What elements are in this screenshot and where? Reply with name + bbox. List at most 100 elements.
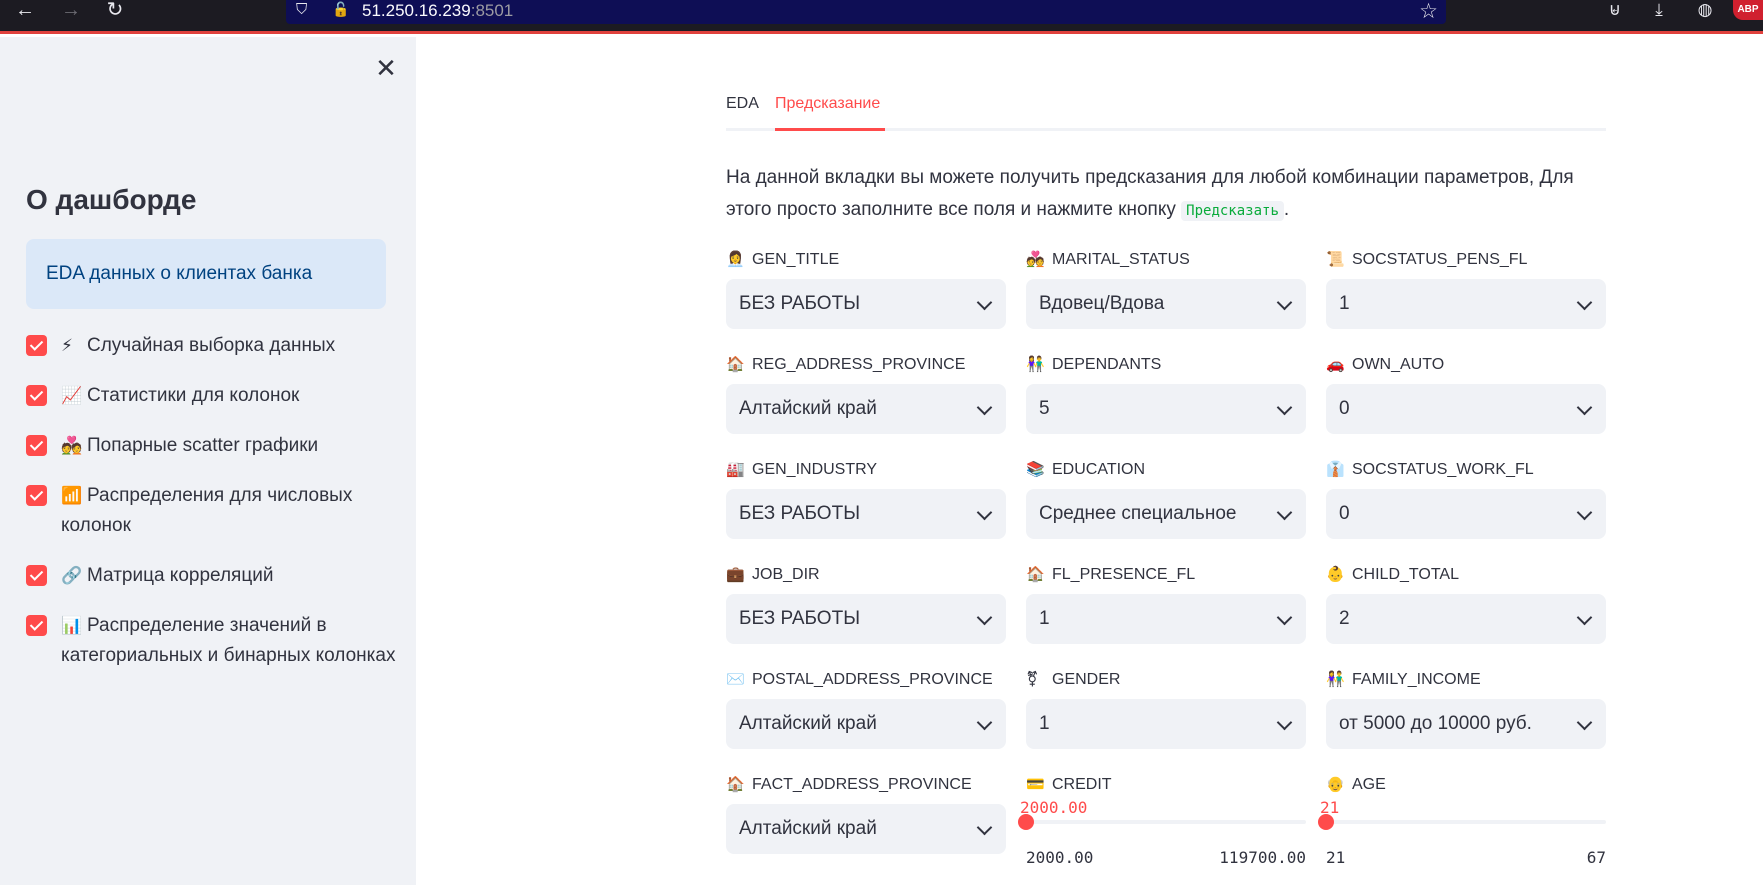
socstatus-pens-select[interactable]: 1 xyxy=(1326,279,1606,329)
house-icon: 🏠 xyxy=(726,356,745,373)
family-icon: 👫 xyxy=(1026,356,1045,373)
checkbox-label: Случайная выборка данных xyxy=(87,335,336,356)
dependants-select[interactable]: 5 xyxy=(1026,384,1306,434)
checkbox-checked-icon[interactable] xyxy=(26,565,47,586)
field-label-text: POSTAL_ADDRESS_PROVINCE xyxy=(752,671,993,688)
car-icon: 🚗 xyxy=(1326,356,1345,373)
chevron-down-icon xyxy=(976,819,993,836)
age-slider-thumb[interactable] xyxy=(1318,814,1334,830)
age-slider-min: 21 xyxy=(1326,848,1346,867)
scroll-icon: 📜 xyxy=(1326,251,1345,268)
select-value: 1 xyxy=(1039,608,1050,629)
checkbox-numeric-distributions[interactable]: 📶 Распределения для числовых колонок xyxy=(26,481,396,541)
select-value: 2 xyxy=(1339,608,1350,629)
tab-eda[interactable]: EDA xyxy=(726,93,759,115)
field-label: 👩‍💼 GEN_TITLE xyxy=(726,249,839,271)
select-value: БЕЗ РАБОТЫ xyxy=(739,503,861,524)
field-label-text: GENDER xyxy=(1052,671,1121,688)
browser-accent-line xyxy=(0,31,1763,34)
tab-prediction[interactable]: Предсказание xyxy=(775,93,880,115)
signal-bars-icon: 📶 xyxy=(61,486,83,505)
checkbox-label: Попарные scatter графики xyxy=(87,435,319,456)
field-label-text: CREDIT xyxy=(1052,776,1112,793)
checkbox-pairwise-scatter[interactable]: 💑 Попарные scatter графики xyxy=(26,431,396,461)
field-label-text: FACT_ADDRESS_PROVINCE xyxy=(752,776,972,793)
fl-presence-select[interactable]: 1 xyxy=(1026,594,1306,644)
select-value: БЕЗ РАБОТЫ xyxy=(739,608,861,629)
envelope-icon: ✉️ xyxy=(726,671,745,688)
address-bar[interactable]: ⛉ 🔓 51.250.16.239:8501 ☆ xyxy=(286,0,1446,24)
own-auto-select[interactable]: 0 xyxy=(1326,384,1606,434)
checkbox-label: Распределение значений в категориальных … xyxy=(61,615,396,666)
marital-status-select[interactable]: Вдовец/Вдова xyxy=(1026,279,1306,329)
checkbox-correlation-matrix[interactable]: 🔗 Матрица корреляций xyxy=(26,561,396,591)
field-label-text: GEN_INDUSTRY xyxy=(752,461,878,478)
field-label-text: CHILD_TOTAL xyxy=(1352,566,1459,583)
checkbox-checked-icon[interactable] xyxy=(26,435,47,456)
download-icon[interactable]: ⤓ xyxy=(1648,0,1670,20)
adblock-icon[interactable]: ABP xyxy=(1733,0,1763,20)
pocket-icon[interactable]: ⊌ xyxy=(1604,0,1626,20)
checkbox-checked-icon[interactable] xyxy=(26,615,47,636)
checkbox-column-stats[interactable]: 📈 Статистики для колонок xyxy=(26,381,396,411)
field-label-text: AGE xyxy=(1352,776,1386,793)
select-value: от 5000 до 10000 руб. xyxy=(1339,713,1532,734)
baby-icon: 👶 xyxy=(1326,566,1345,583)
field-label: 👶 CHILD_TOTAL xyxy=(1326,564,1459,586)
select-value: БЕЗ РАБОТЫ xyxy=(739,293,861,314)
chevron-down-icon xyxy=(1276,714,1293,731)
house-icon: 🏠 xyxy=(1026,566,1045,583)
chevron-down-icon xyxy=(976,609,993,626)
field-label: ⚧ GENDER xyxy=(1026,669,1120,691)
checkbox-list: ⚡ Случайная выборка данных 📈 Статистики дл… xyxy=(26,331,396,691)
fact-address-province-select[interactable]: Алтайский край xyxy=(726,804,1006,854)
close-sidebar-button[interactable]: ✕ xyxy=(372,55,400,83)
chevron-down-icon xyxy=(976,714,993,731)
select-value: 0 xyxy=(1339,398,1350,419)
gen-industry-select[interactable]: БЕЗ РАБОТЫ xyxy=(726,489,1006,539)
checkbox-random-sample[interactable]: ⚡ Случайная выборка данных xyxy=(26,331,396,361)
chevron-down-icon xyxy=(1276,399,1293,416)
child-total-select[interactable]: 2 xyxy=(1326,594,1606,644)
socstatus-work-select[interactable]: 0 xyxy=(1326,489,1606,539)
select-value: 1 xyxy=(1039,713,1050,734)
age-slider-track[interactable] xyxy=(1326,820,1606,824)
family-icon: 👫 xyxy=(1326,671,1345,688)
checkbox-categorical-distributions[interactable]: 📊 Распределение значений в категориальных… xyxy=(26,611,396,671)
credit-card-icon: 💳 xyxy=(1026,776,1045,793)
field-label: 👫 DEPENDANTS xyxy=(1026,354,1161,376)
lock-icon[interactable]: 🔓 xyxy=(332,1,350,19)
intro-suffix: . xyxy=(1283,199,1290,220)
back-icon[interactable]: ← xyxy=(12,0,38,22)
globe-icon[interactable]: ◍ xyxy=(1694,0,1716,20)
select-value: 5 xyxy=(1039,398,1050,419)
field-label: 📜 SOCSTATUS_PENS_FL xyxy=(1326,249,1527,271)
main-content: EDA Предсказание На данной вкладки вы мо… xyxy=(416,37,1763,885)
credit-slider-thumb[interactable] xyxy=(1018,814,1034,830)
checkbox-checked-icon[interactable] xyxy=(26,385,47,406)
job-dir-select[interactable]: БЕЗ РАБОТЫ xyxy=(726,594,1006,644)
url-text[interactable]: 51.250.16.239:8501 xyxy=(362,1,513,21)
reg-address-province-select[interactable]: Алтайский край xyxy=(726,384,1006,434)
gender-select[interactable]: 1 xyxy=(1026,699,1306,749)
education-select[interactable]: Среднее специальное xyxy=(1026,489,1306,539)
checkbox-checked-icon[interactable] xyxy=(26,485,47,506)
shield-icon[interactable]: ⛉ xyxy=(296,1,314,19)
credit-slider-track[interactable] xyxy=(1026,820,1306,824)
family-income-select[interactable]: от 5000 до 10000 руб. xyxy=(1326,699,1606,749)
field-label: 🏠 REG_ADDRESS_PROVINCE xyxy=(726,354,965,376)
checkbox-checked-icon[interactable] xyxy=(26,335,47,356)
gen-title-select[interactable]: БЕЗ РАБОТЫ xyxy=(726,279,1006,329)
forward-icon[interactable]: → xyxy=(58,0,84,22)
bookmark-star-icon[interactable]: ☆ xyxy=(1419,0,1438,24)
field-label-text: GEN_TITLE xyxy=(752,251,840,268)
checkbox-label: Матрица корреляций xyxy=(87,565,274,586)
postal-address-province-select[interactable]: Алтайский край xyxy=(726,699,1006,749)
select-value: Среднее специальное xyxy=(1039,503,1237,524)
reload-icon[interactable]: ↻ xyxy=(102,0,128,22)
credit-slider-max: 119700.00 xyxy=(1219,848,1306,867)
chevron-down-icon xyxy=(976,294,993,311)
lightning-icon: ⚡ xyxy=(61,336,73,355)
sidebar-title: О дашборде xyxy=(26,184,197,215)
info-text: EDA данных о клиентах банка xyxy=(46,263,313,284)
